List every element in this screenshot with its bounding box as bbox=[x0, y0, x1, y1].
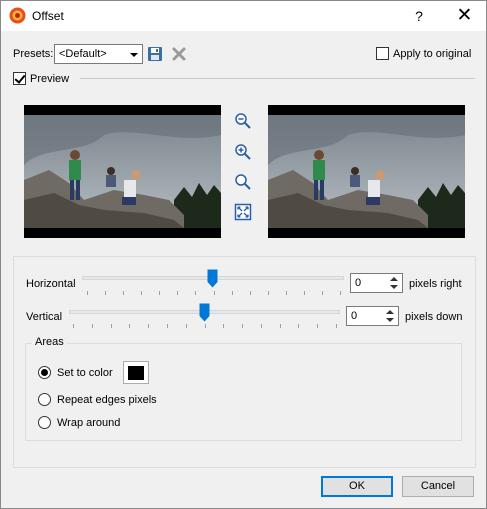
vertical-spinbox[interactable]: 0 bbox=[346, 306, 399, 326]
slider-tick bbox=[279, 324, 281, 328]
slider-tick bbox=[231, 291, 233, 295]
wrap-around-label: Wrap around bbox=[57, 417, 121, 429]
delete-icon[interactable] bbox=[171, 46, 187, 62]
slider-tick bbox=[249, 291, 251, 295]
close-button[interactable]: ✕ bbox=[443, 1, 486, 31]
horizontal-unit-label: pixels right bbox=[409, 278, 462, 290]
help-button[interactable]: ? bbox=[399, 1, 439, 31]
repeat-edges-label: Repeat edges pixels bbox=[57, 394, 157, 406]
presets-selected-value: <Default> bbox=[59, 48, 107, 60]
slider-tick bbox=[213, 291, 215, 295]
vertical-decrement-button[interactable] bbox=[382, 316, 398, 325]
slider-tick bbox=[204, 324, 206, 328]
slider-tick bbox=[340, 291, 341, 295]
slider-tick bbox=[185, 324, 187, 328]
slider-tick bbox=[223, 324, 225, 328]
color-picker-button[interactable] bbox=[123, 361, 149, 384]
slider-tick bbox=[105, 291, 107, 295]
zoom-in-icon[interactable] bbox=[234, 143, 252, 161]
apply-to-original-label: Apply to original bbox=[393, 48, 472, 60]
set-to-color-label: Set to color bbox=[57, 367, 113, 379]
window-title: Offset bbox=[32, 9, 64, 23]
cancel-button[interactable]: Cancel bbox=[402, 476, 474, 497]
result-photo bbox=[268, 105, 465, 238]
save-icon[interactable] bbox=[147, 46, 163, 62]
wrap-around-radio[interactable] bbox=[38, 416, 51, 429]
presets-label: Presets: bbox=[13, 48, 54, 60]
horizontal-label: Horizontal bbox=[26, 278, 76, 290]
slider-tick bbox=[303, 291, 305, 295]
vertical-unit-label: pixels down bbox=[405, 311, 463, 323]
horizontal-value: 0 bbox=[355, 277, 362, 289]
slider-tick bbox=[123, 291, 125, 295]
slider-tick bbox=[336, 324, 337, 328]
fit-to-window-icon[interactable] bbox=[234, 203, 252, 221]
slider-tick bbox=[110, 324, 112, 328]
slider-tick bbox=[141, 291, 143, 295]
ok-button[interactable]: OK bbox=[321, 476, 393, 497]
slider-tick bbox=[267, 291, 269, 295]
repeat-edges-radio[interactable] bbox=[38, 393, 51, 406]
slider-tick bbox=[195, 291, 197, 295]
original-preview-image bbox=[24, 105, 221, 238]
vertical-label: Vertical bbox=[26, 311, 63, 323]
vertical-slider-thumb[interactable] bbox=[199, 303, 210, 322]
zoom-out-icon[interactable] bbox=[234, 112, 252, 130]
slider-tick bbox=[91, 324, 93, 328]
slider-tick bbox=[285, 291, 287, 295]
vertical-increment-button[interactable] bbox=[382, 307, 398, 316]
app-logo-icon bbox=[9, 7, 26, 24]
areas-group-label: Areas bbox=[32, 336, 67, 348]
preview-separator bbox=[80, 78, 475, 79]
zoom-actual-icon[interactable] bbox=[234, 173, 252, 191]
slider-tick bbox=[159, 291, 161, 295]
horizontal-spinbox[interactable]: 0 bbox=[350, 273, 403, 293]
apply-to-original-checkbox[interactable] bbox=[376, 47, 389, 60]
horizontal-decrement-button[interactable] bbox=[386, 283, 402, 292]
slider-tick bbox=[87, 291, 88, 295]
result-preview-image bbox=[268, 105, 465, 238]
original-photo bbox=[24, 105, 221, 238]
slider-tick bbox=[260, 324, 262, 328]
slider-tick bbox=[298, 324, 300, 328]
chevron-down-icon bbox=[130, 53, 138, 57]
offset-dialog: Offset ? ✕ Presets: <Default> Apply to o… bbox=[0, 0, 487, 509]
slider-tick bbox=[177, 291, 179, 295]
vertical-value: 0 bbox=[351, 310, 358, 322]
slider-tick bbox=[321, 291, 323, 295]
slider-tick bbox=[73, 324, 74, 328]
slider-tick bbox=[148, 324, 150, 328]
set-to-color-radio[interactable] bbox=[38, 366, 51, 379]
color-swatch bbox=[128, 366, 144, 380]
slider-tick bbox=[129, 324, 131, 328]
presets-select[interactable]: <Default> bbox=[54, 44, 143, 64]
preview-checkbox[interactable] bbox=[13, 72, 26, 85]
title-bar: Offset ? ✕ bbox=[1, 1, 486, 31]
slider-tick bbox=[317, 324, 319, 328]
slider-tick bbox=[166, 324, 168, 328]
horizontal-increment-button[interactable] bbox=[386, 274, 402, 283]
preview-label: Preview bbox=[30, 73, 70, 85]
slider-tick bbox=[242, 324, 244, 328]
horizontal-slider-thumb[interactable] bbox=[207, 269, 218, 288]
